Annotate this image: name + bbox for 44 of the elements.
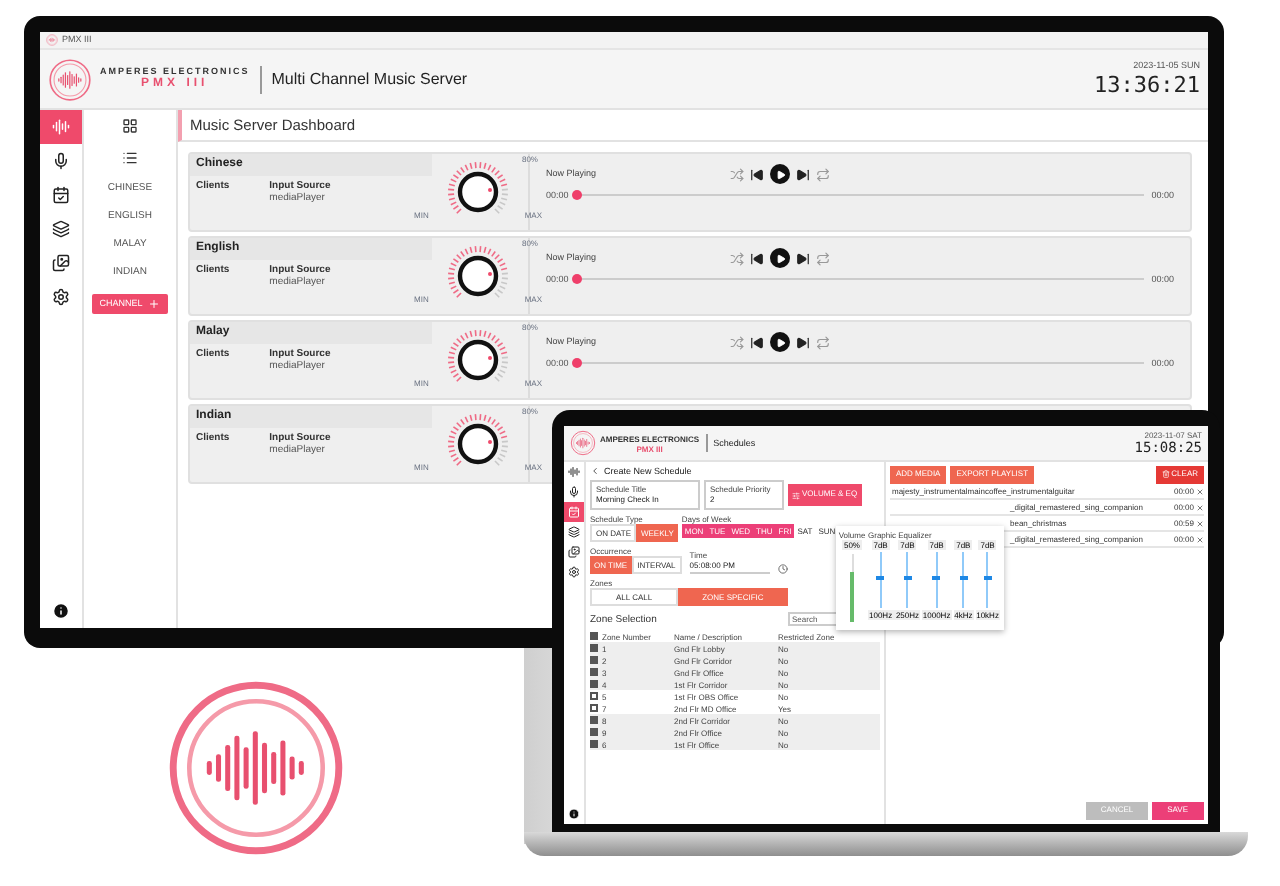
grid-view-icon[interactable] bbox=[122, 118, 138, 134]
layers-icon[interactable] bbox=[564, 522, 584, 542]
play-button[interactable] bbox=[770, 164, 790, 184]
play-icon[interactable] bbox=[775, 253, 785, 263]
play-button[interactable] bbox=[770, 248, 790, 268]
play-icon[interactable] bbox=[775, 337, 785, 347]
row-checkbox[interactable] bbox=[590, 656, 598, 665]
microphone-icon[interactable] bbox=[564, 482, 584, 502]
row-checkbox[interactable] bbox=[590, 704, 598, 713]
back-icon[interactable] bbox=[590, 466, 600, 477]
next-icon[interactable] bbox=[796, 335, 810, 349]
app-title: Multi Channel Music Server bbox=[271, 69, 468, 89]
play-icon[interactable] bbox=[775, 169, 785, 179]
clock-icon[interactable] bbox=[777, 564, 788, 575]
row-checkbox[interactable] bbox=[590, 644, 598, 653]
info-icon[interactable] bbox=[568, 808, 580, 820]
plus-icon[interactable] bbox=[148, 298, 161, 310]
row-checkbox[interactable] bbox=[590, 740, 598, 749]
next-icon[interactable] bbox=[796, 167, 810, 181]
row-checkbox[interactable] bbox=[590, 716, 598, 725]
progress-thumb[interactable] bbox=[572, 274, 583, 285]
sliders-icon[interactable] bbox=[792, 491, 800, 500]
progress-thumb[interactable] bbox=[572, 190, 583, 201]
row-checkbox[interactable] bbox=[590, 668, 598, 677]
next-icon[interactable] bbox=[796, 251, 810, 265]
row-checkbox[interactable] bbox=[590, 692, 598, 701]
clock-time: 13:36:21 bbox=[1094, 71, 1200, 98]
brand-logo bbox=[570, 430, 596, 456]
previous-icon[interactable] bbox=[750, 167, 764, 181]
list-view-icon[interactable] bbox=[122, 150, 138, 166]
play-button[interactable] bbox=[770, 332, 790, 352]
equalizer-icon[interactable] bbox=[40, 110, 82, 144]
brand-logo bbox=[48, 57, 92, 101]
app-icon bbox=[46, 34, 58, 46]
select-all-checkbox[interactable] bbox=[590, 632, 598, 641]
row-checkbox[interactable] bbox=[590, 680, 598, 689]
trash-icon[interactable] bbox=[1161, 470, 1170, 479]
progress-thumb[interactable] bbox=[572, 358, 583, 369]
gallery-icon[interactable] bbox=[564, 542, 584, 562]
previous-icon[interactable] bbox=[750, 335, 764, 349]
row-checkbox[interactable] bbox=[590, 728, 598, 737]
settings-icon[interactable] bbox=[564, 562, 584, 582]
previous-icon[interactable] bbox=[750, 251, 764, 265]
info-icon[interactable] bbox=[52, 602, 70, 620]
